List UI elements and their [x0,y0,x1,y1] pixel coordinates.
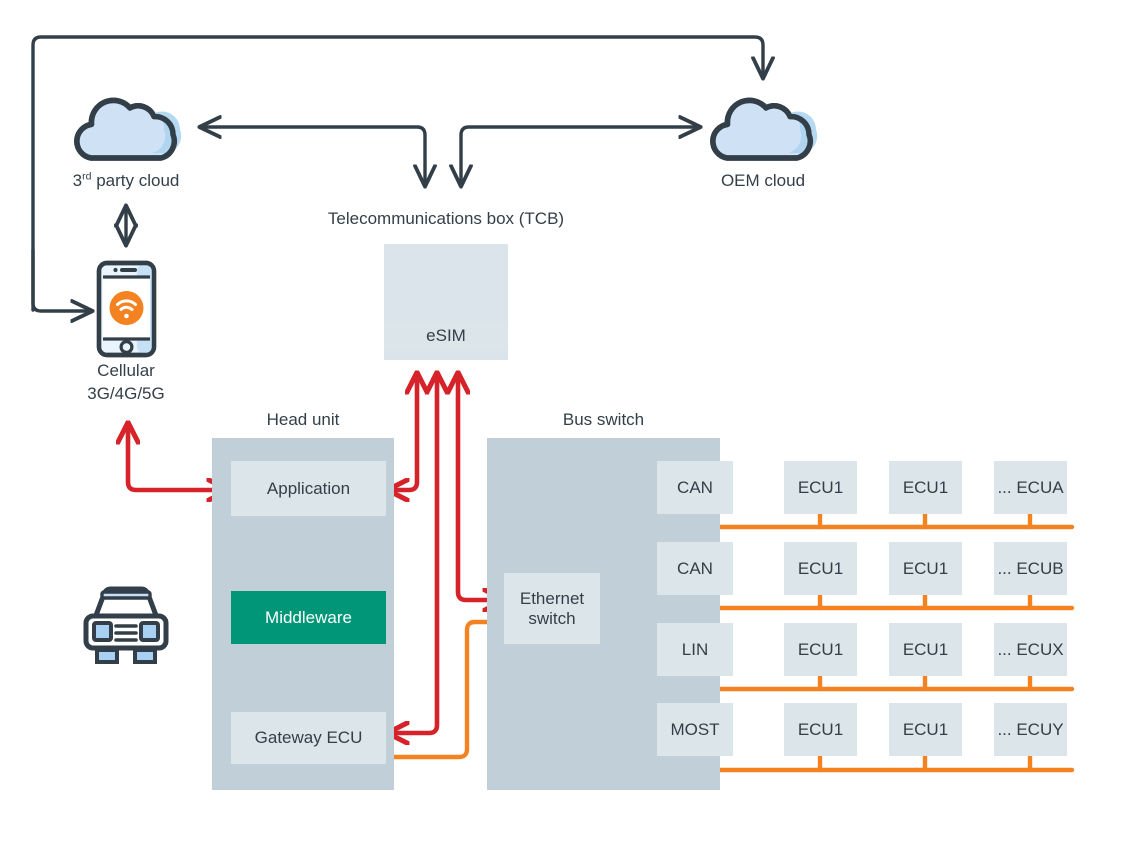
esim-node[interactable]: eSIM [384,322,508,350]
application-label: Application [266,478,351,498]
middleware-node[interactable]: Middleware [231,591,386,644]
bus-switch-caption: Bus switch [562,410,645,429]
gateway-ecu-label: Gateway ECU [254,728,363,748]
middleware-label: Middleware [265,607,352,627]
cellular-phone-icon [96,260,157,358]
ecu-node[interactable]: ECU1 [889,703,962,756]
gateway-ecu-node[interactable]: Gateway ECU [231,712,386,764]
ecu-node[interactable]: ... ECUA [994,461,1067,514]
bus-node-label: CAN [677,477,713,497]
ecu-node[interactable]: ECU1 [784,542,857,595]
third-party-cloud-label: 3rd party cloud [72,170,180,190]
ethernet-switch-label-line1: Ethernet [519,588,585,608]
ecu-node[interactable]: ECU1 [784,461,857,514]
ecu-label: ECU1 [902,639,949,659]
ecu-label: ... ECUA [997,477,1064,497]
ecu-label: ... ECUX [997,639,1064,659]
ecu-node[interactable]: ECU1 [889,623,962,676]
esim-label: eSIM [426,326,466,346]
head-unit-caption: Head unit [266,410,340,429]
ecu-node[interactable]: ECU1 [889,461,962,514]
bus-node-can-1[interactable]: CAN [657,461,733,514]
ethernet-switch-label-line2: switch [528,608,576,628]
ecu-label: ECU1 [902,477,949,497]
oem-cloud-label: OEM cloud [720,171,806,190]
application-node[interactable]: Application [231,461,386,516]
ecu-label: ECU1 [902,719,949,739]
ethernet-switch-node[interactable]: Ethernet switch [504,573,600,644]
tcb-caption: Telecommunications box (TCB) [327,209,565,228]
oem-cloud-icon [710,97,818,161]
cellular-label-line1: Cellular [97,361,155,380]
ecu-node[interactable]: ... ECUX [994,623,1067,676]
ecu-label: ... ECUY [997,719,1064,739]
third-party-cloud-icon [74,97,182,161]
ecu-label: ECU1 [797,558,844,578]
ecu-node[interactable]: ... ECUY [994,703,1067,756]
ecu-label: ... ECUB [997,558,1064,578]
ecu-node[interactable]: ECU1 [784,623,857,676]
ecu-node[interactable]: ECU1 [889,542,962,595]
bus-node-label: MOST [670,719,720,739]
bus-node-label: CAN [677,558,713,578]
bus-node-lin[interactable]: LIN [657,623,733,676]
ecu-node[interactable]: ECU1 [784,703,857,756]
ecu-label: ECU1 [797,477,844,497]
diagram-canvas: 3rd party cloud OEM cloud Cellular 3G/4G… [0,0,1132,851]
bus-node-label: LIN [681,639,709,659]
ecu-label: ECU1 [797,719,844,739]
cellular-label-line2: 3G/4G/5G [87,384,165,403]
ecu-node[interactable]: ... ECUB [994,542,1067,595]
ecu-label: ECU1 [902,558,949,578]
car-front-icon [83,586,169,664]
bus-node-can-2[interactable]: CAN [657,542,733,595]
bus-node-most[interactable]: MOST [657,703,733,756]
ecu-label: ECU1 [797,639,844,659]
